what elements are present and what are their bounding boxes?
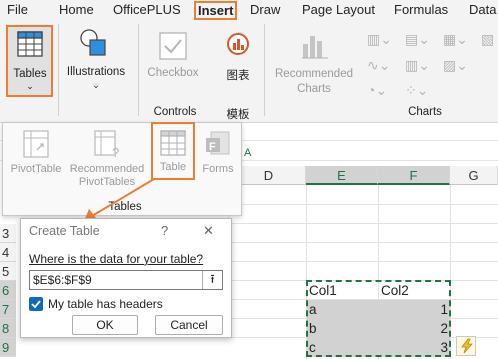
collapse-dialog-icon[interactable]: ⭱ [202, 271, 222, 289]
column-chart-icon[interactable]: ▥⌄ [367, 31, 392, 48]
pivottable-label: PivotTable [10, 163, 62, 175]
column-header-g[interactable]: G [450, 166, 498, 185]
range-input[interactable]: $E$6:$F$9 ⭱ [29, 270, 223, 290]
group-divider [138, 24, 139, 116]
ok-button[interactable]: OK [72, 315, 138, 335]
forms-button[interactable]: F Forms [197, 127, 239, 189]
chevron-down-icon: ⌄ [92, 80, 100, 90]
recommended-charts-button[interactable]: Recommended Charts [270, 30, 358, 100]
line-chart-icon[interactable]: ∿⌄ [367, 57, 390, 74]
headers-checkbox[interactable] [29, 297, 43, 311]
forms-icon: F [205, 130, 231, 161]
row-header-5[interactable]: 5 [0, 262, 16, 281]
formula-bar-edge: A [244, 147, 252, 159]
chevron-down-icon: ⌄ [26, 81, 34, 91]
row-header-9[interactable]: 9 [0, 338, 16, 357]
chart-template-icon [226, 32, 250, 59]
column-header-e[interactable]: E [306, 166, 378, 185]
cell-f6[interactable]: Col2 [379, 281, 450, 300]
headers-checkbox-label[interactable]: My table has headers [48, 297, 163, 311]
svg-text:F: F [209, 141, 216, 153]
create-table-dialog: Create Table ? ✕ Where is the data for y… [20, 218, 232, 338]
group-divider [264, 24, 265, 116]
shapes-icon [79, 28, 109, 61]
tab-draw[interactable]: Draw [250, 2, 280, 17]
row-header-6[interactable]: 6 [0, 281, 16, 300]
waterfall-chart-icon[interactable]: ▥⌄ [405, 57, 430, 74]
hierarchy-chart-icon[interactable]: ▤⌄ [405, 31, 430, 48]
chart-template-label: 图表 [226, 70, 250, 82]
row-header-7[interactable]: 7 [0, 300, 16, 319]
tab-home[interactable]: Home [59, 2, 94, 17]
table-button[interactable]: Table [151, 122, 195, 180]
close-icon[interactable]: ✕ [203, 223, 214, 239]
cell-f7[interactable]: 1 [379, 300, 450, 319]
controls-group-label: Controls [153, 106, 197, 118]
help-button[interactable]: ? [161, 223, 168, 238]
range-prompt-label: Where is the data for your table? [29, 252, 204, 266]
tab-insert[interactable]: Insert [194, 1, 238, 20]
combo-chart-icon[interactable]: ▧ [481, 31, 494, 48]
cell-e7[interactable]: a [307, 300, 378, 319]
table-icon [17, 31, 43, 60]
tab-file[interactable]: File [7, 2, 28, 17]
grid-line [232, 242, 498, 243]
group-divider [58, 24, 59, 116]
tab-data[interactable]: Data [469, 2, 496, 17]
cell-e9[interactable]: c [307, 338, 378, 357]
grid-line [232, 204, 498, 205]
illustrations-label: Illustrations [66, 66, 126, 78]
checkmark-icon [31, 300, 41, 309]
svg-text:?: ? [112, 145, 119, 158]
recommended-charts-icon [301, 32, 329, 63]
recommended-charts-label: Recommended Charts [275, 68, 353, 95]
table-icon [160, 130, 186, 159]
checkbox-button[interactable]: Checkbox [144, 30, 202, 86]
range-input-value: $E$6:$F$9 [33, 273, 92, 287]
ribbon: Tables ⌄ Illustrations ⌄ Checkbox Contro… [0, 20, 498, 123]
row-header-8[interactable]: 8 [0, 319, 16, 338]
tab-officeplus[interactable]: OfficePLUS [113, 2, 181, 17]
cell-e6[interactable]: Col1 [307, 281, 378, 300]
statistic-chart-icon[interactable]: ▦⌄ [443, 31, 468, 48]
scatter-chart-icon[interactable]: ⁘⌄ [405, 82, 428, 99]
chart-template-button[interactable]: 图表 [220, 30, 256, 86]
cell-f9[interactable]: 3 [379, 338, 450, 357]
pivottable-icon [23, 130, 49, 161]
recommended-pivottables-icon: ? [94, 130, 122, 161]
cancel-button[interactable]: Cancel [155, 315, 223, 335]
row-header-3[interactable]: 3 [0, 224, 16, 243]
lightning-icon [459, 338, 475, 357]
pivottable-button[interactable]: PivotTable [5, 127, 67, 189]
forms-label: Forms [202, 163, 234, 175]
column-header-d[interactable]: D [232, 166, 306, 185]
grid-line [232, 223, 498, 224]
dialog-title: Create Table [29, 224, 100, 238]
map-chart-icon[interactable]: ▨⌄ [443, 57, 468, 74]
checkbox-icon [159, 32, 187, 63]
tables-button[interactable]: Tables ⌄ [6, 25, 53, 97]
template-group-label: 模板 [226, 109, 250, 121]
row-header-4[interactable]: 4 [0, 243, 16, 262]
column-header-f[interactable]: F [378, 166, 450, 185]
quick-analysis-button[interactable] [456, 336, 476, 356]
ribbon-tab-bar: File Home OfficePLUS Insert Draw Page La… [0, 0, 498, 20]
tab-formulas[interactable]: Formulas [394, 2, 448, 17]
checkbox-label: Checkbox [147, 67, 199, 79]
tab-page-layout[interactable]: Page Layout [302, 2, 375, 17]
pie-chart-icon[interactable]: ◔⌄ [367, 82, 387, 99]
cell-f8[interactable]: 2 [379, 319, 450, 338]
table-label: Table [159, 161, 187, 173]
cell-e8[interactable]: b [307, 319, 378, 338]
illustrations-button[interactable]: Illustrations ⌄ [62, 25, 130, 95]
tables-label: Tables [13, 68, 47, 80]
grid-line [232, 261, 498, 262]
charts-group-label: Charts [408, 106, 442, 118]
